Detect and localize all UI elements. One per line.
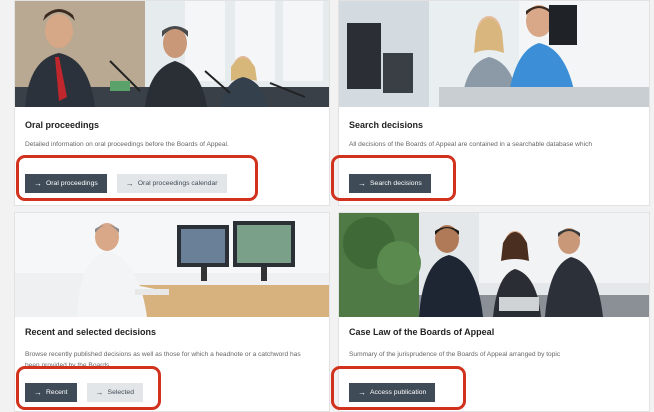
card-title: Search decisions [349, 120, 424, 130]
card-title: Oral proceedings [25, 120, 100, 130]
case-law-photo [339, 213, 649, 317]
highlight-box [331, 155, 456, 201]
card-title: Case Law of the Boards of Appeal [349, 327, 495, 337]
card-title: Recent and selected decisions [25, 327, 157, 337]
oral-proceedings-photo [15, 1, 329, 107]
highlight-box [16, 366, 161, 410]
search-decisions-photo [339, 1, 649, 107]
recent-decisions-photo [15, 213, 329, 317]
highlight-box [331, 366, 466, 410]
highlight-box [16, 155, 258, 201]
